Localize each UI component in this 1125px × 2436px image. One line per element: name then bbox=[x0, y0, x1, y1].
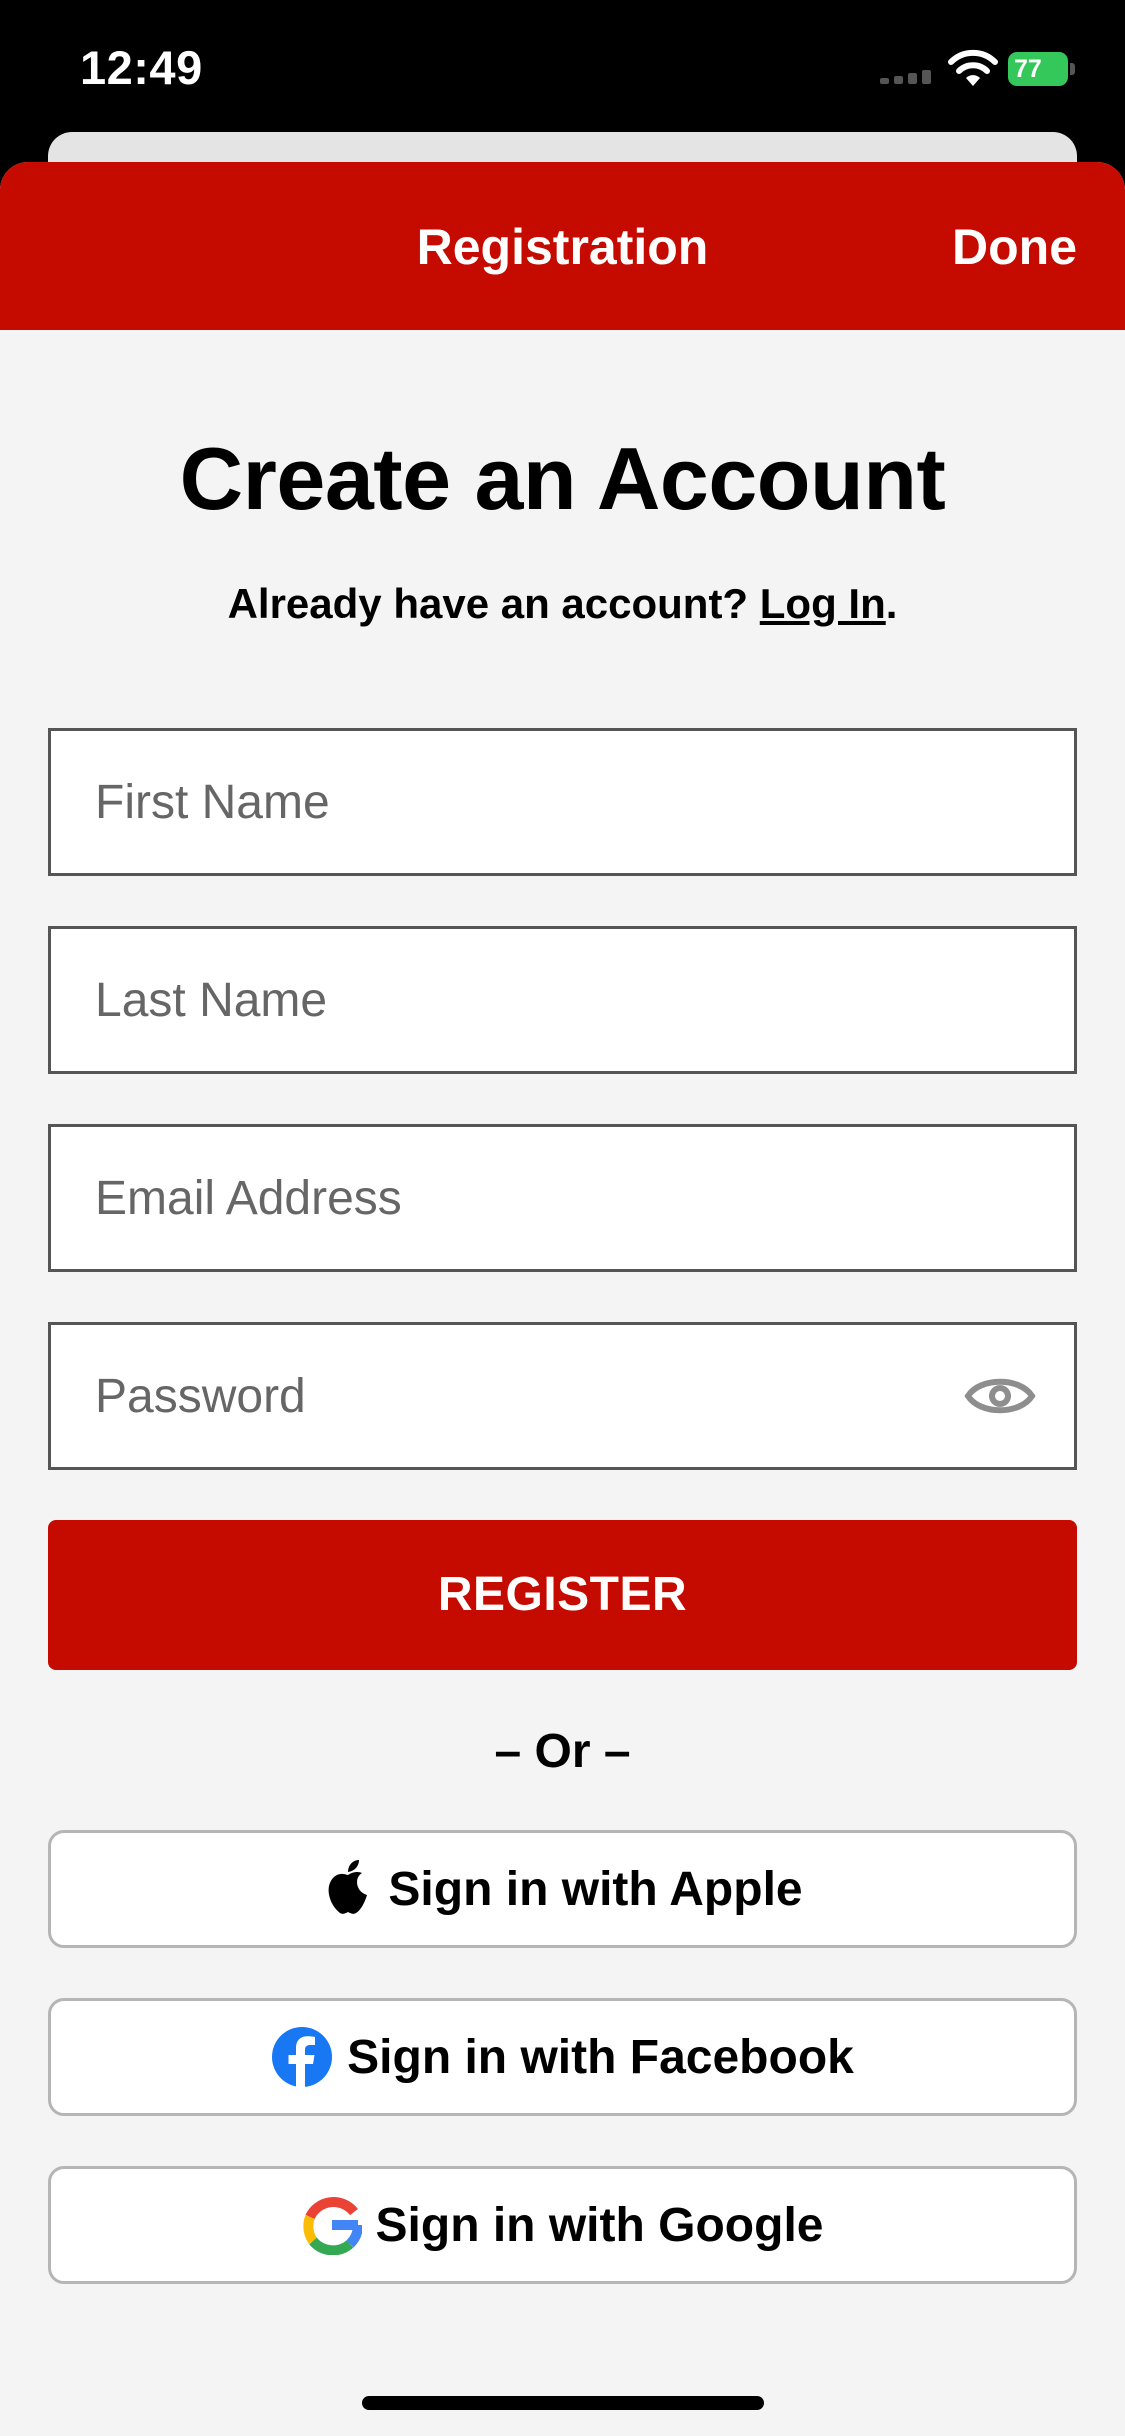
status-bar: 12:49 77 bbox=[0, 0, 1125, 132]
battery-level: 77 bbox=[1014, 55, 1042, 83]
email-input[interactable] bbox=[95, 1127, 975, 1269]
home-indicator bbox=[362, 2396, 764, 2410]
facebook-icon bbox=[271, 2026, 333, 2088]
sign-in-facebook-label: Sign in with Facebook bbox=[347, 2030, 854, 2084]
sign-in-facebook-button[interactable]: Sign in with Facebook bbox=[48, 1998, 1077, 2116]
sign-in-google-button[interactable]: Sign in with Google bbox=[48, 2166, 1077, 2284]
status-time: 12:49 bbox=[80, 41, 203, 94]
done-button[interactable]: Done bbox=[952, 218, 1077, 276]
login-prompt-text: Already have an account? bbox=[227, 580, 760, 627]
login-prompt-suffix: . bbox=[885, 580, 898, 627]
first-name-field[interactable] bbox=[48, 728, 1077, 876]
sign-in-google-label: Sign in with Google bbox=[375, 2198, 824, 2252]
register-button[interactable]: REGISTER bbox=[48, 1520, 1077, 1670]
first-name-input[interactable] bbox=[95, 731, 975, 873]
registration-sheet: Registration Done Create an Account Alre… bbox=[0, 162, 1125, 2436]
sign-in-apple-label: Sign in with Apple bbox=[388, 1862, 803, 1916]
password-input[interactable] bbox=[95, 1325, 975, 1467]
email-field[interactable] bbox=[48, 1124, 1077, 1272]
last-name-field[interactable] bbox=[48, 926, 1077, 1074]
or-divider: – Or – bbox=[494, 1725, 631, 1778]
password-field[interactable] bbox=[48, 1322, 1077, 1470]
page-title: Create an Account bbox=[179, 429, 946, 528]
apple-icon bbox=[322, 1859, 374, 1919]
battery-charging-icon: 77 bbox=[1008, 52, 1075, 86]
google-icon bbox=[302, 2195, 362, 2255]
sign-in-apple-button[interactable]: Sign in with Apple bbox=[48, 1830, 1077, 1948]
eye-icon[interactable] bbox=[964, 1369, 1036, 1423]
signal-icon bbox=[880, 70, 932, 84]
nav-bar: Registration Done bbox=[0, 162, 1125, 330]
login-link[interactable]: Log In bbox=[760, 580, 886, 627]
login-prompt: Already have an account? Log In. bbox=[0, 580, 1125, 628]
wifi-icon bbox=[946, 48, 1000, 88]
last-name-input[interactable] bbox=[95, 929, 975, 1071]
